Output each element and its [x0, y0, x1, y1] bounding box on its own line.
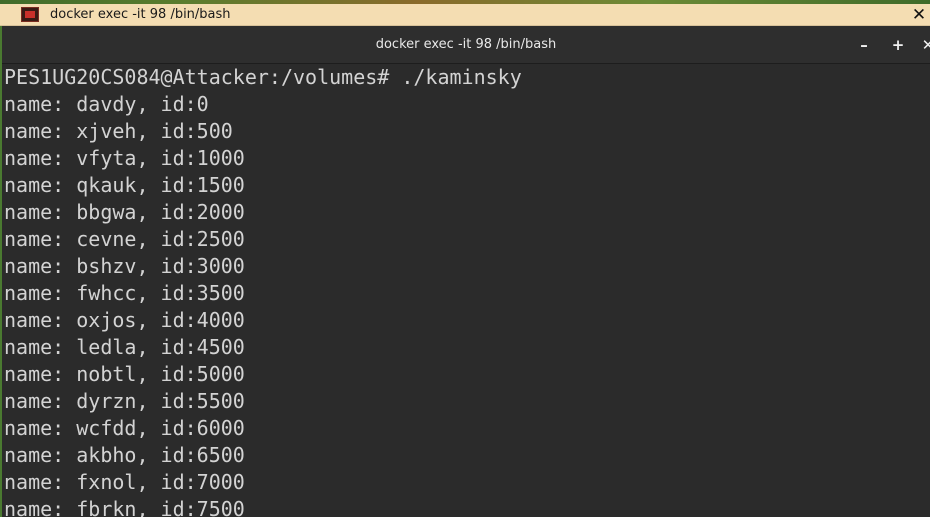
close-button[interactable]: ✕: [918, 35, 930, 55]
output-line: name: vfyta, id:1000: [4, 146, 245, 170]
minimize-button[interactable]: –: [854, 35, 874, 55]
output-line: name: fxnol, id:7000: [4, 470, 245, 494]
output-line: name: xjveh, id:500: [4, 119, 233, 143]
output-line: name: wcfdd, id:6000: [4, 416, 245, 440]
output-line: name: oxjos, id:4000: [4, 308, 245, 332]
terminal-app-icon: [21, 7, 39, 22]
terminal-header[interactable]: docker exec -it 98 /bin/bash – + ✕: [2, 26, 930, 64]
output-line: name: davdy, id:0: [4, 92, 209, 116]
outer-close-icon[interactable]: ✕: [910, 5, 928, 25]
output-line: name: bshzv, id:3000: [4, 254, 245, 278]
output-line: name: qkauk, id:1500: [4, 173, 245, 197]
output-line: name: fbrkn, id:7500: [4, 497, 245, 517]
outer-window-title: docker exec -it 98 /bin/bash: [50, 7, 231, 22]
output-line: name: nobtl, id:5000: [4, 362, 245, 386]
terminal-output[interactable]: PES1UG20CS084@Attacker:/volumes# ./kamin…: [2, 64, 930, 517]
output-line: name: ledla, id:4500: [4, 335, 245, 359]
terminal-title: docker exec -it 98 /bin/bash: [375, 37, 557, 52]
output-line: name: bbgwa, id:2000: [4, 200, 245, 224]
output-line: name: akbho, id:6500: [4, 443, 245, 467]
outer-window-titlebar[interactable]: docker exec -it 98 /bin/bash ✕: [0, 4, 930, 26]
maximize-button[interactable]: +: [888, 35, 908, 55]
command-prompt-line: PES1UG20CS084@Attacker:/volumes# ./kamin…: [4, 65, 522, 89]
output-line: name: fwhcc, id:3500: [4, 281, 245, 305]
desktop: docker exec -it 98 /bin/bash ✕ docker ex…: [0, 0, 930, 517]
output-line: name: dyrzn, id:5500: [4, 389, 245, 413]
output-line: name: cevne, id:2500: [4, 227, 245, 251]
